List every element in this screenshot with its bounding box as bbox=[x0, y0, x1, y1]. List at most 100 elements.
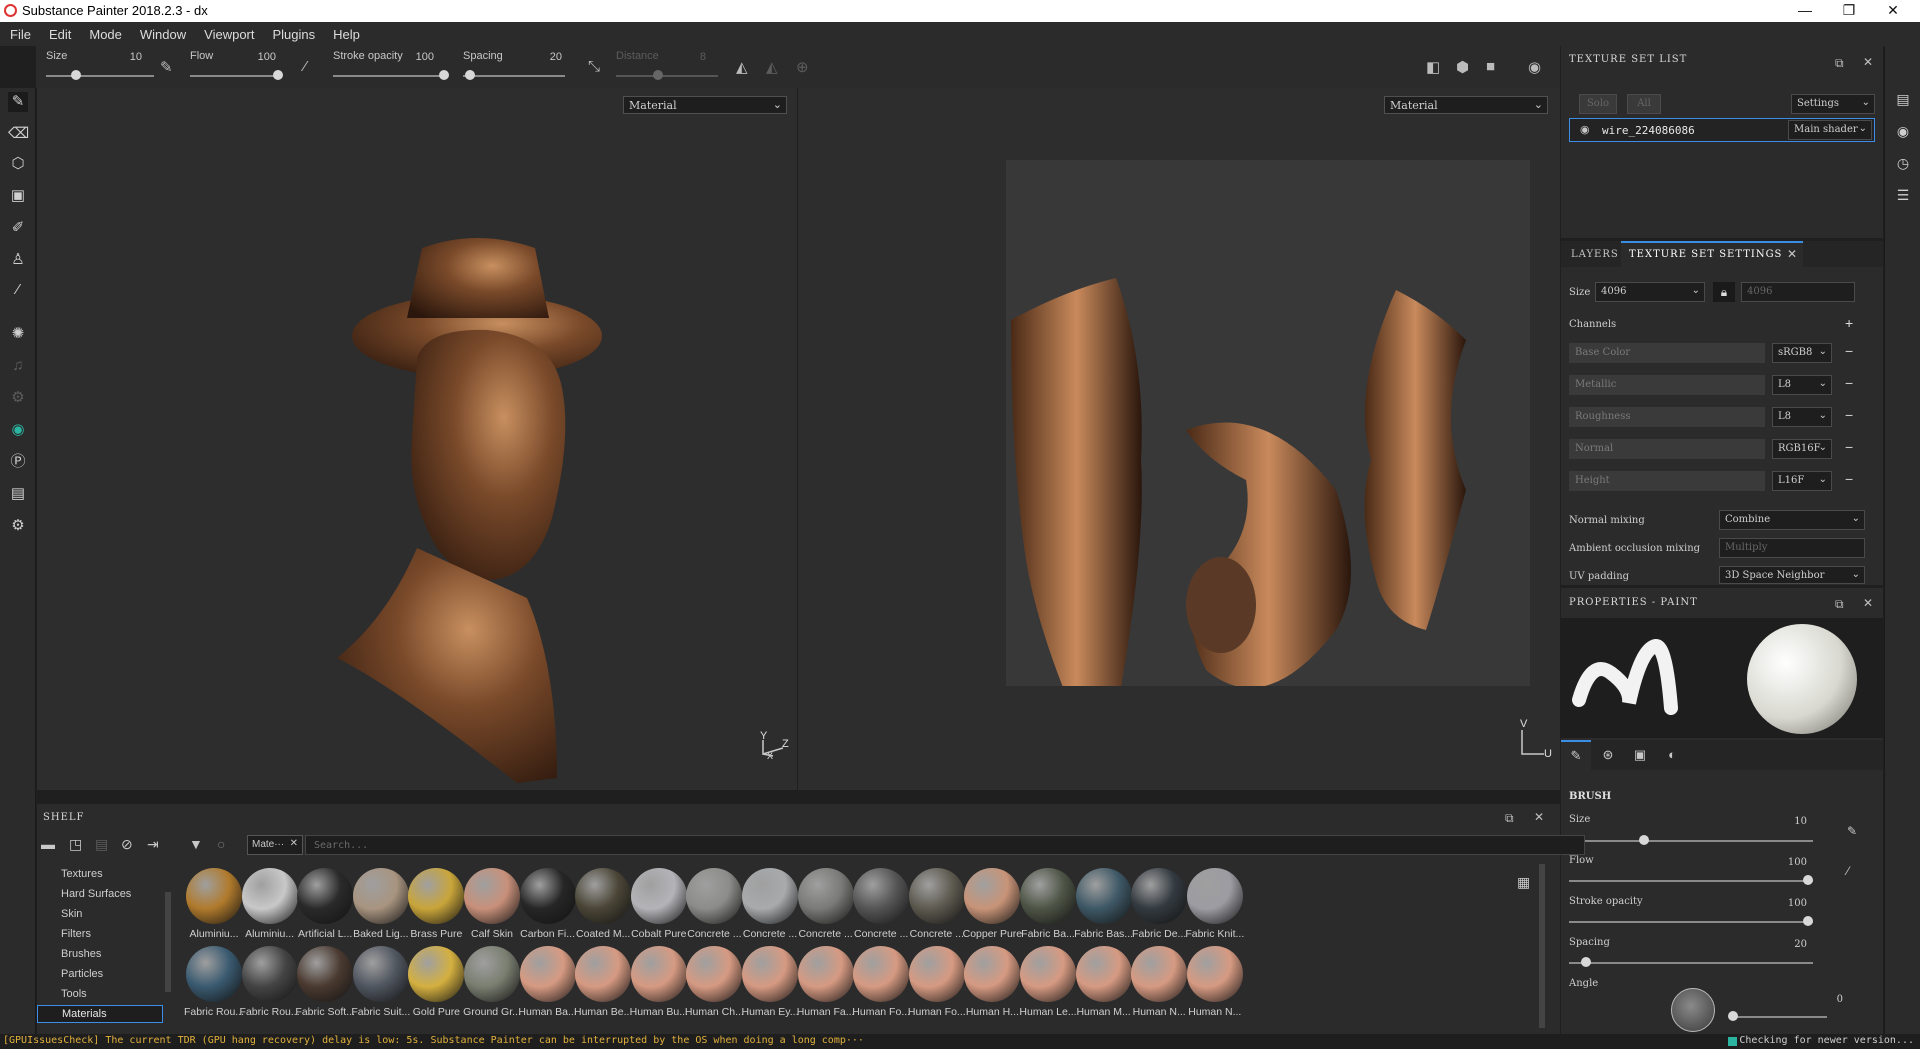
reset-filter-icon[interactable]: ○ bbox=[217, 836, 225, 852]
menu-viewport[interactable]: Viewport bbox=[194, 22, 262, 42]
stroke-opacity-handle[interactable] bbox=[439, 70, 449, 80]
lazy-mouse-icon[interactable]: ⤡ bbox=[588, 58, 600, 75]
channel-base-color-format[interactable]: sRGB8 ⌄ bbox=[1772, 343, 1832, 363]
material-item[interactable]: Human Fo... bbox=[850, 946, 912, 1018]
import-icon[interactable]: ⇥ bbox=[147, 836, 159, 853]
camera-icon[interactable]: ■ bbox=[1486, 58, 1495, 75]
remove-channel-icon[interactable]: − bbox=[1845, 375, 1853, 391]
lock-icon[interactable]: 🔒︎ bbox=[1713, 282, 1735, 302]
menu-mode[interactable]: Mode bbox=[79, 22, 130, 42]
brush-spacing-slider[interactable] bbox=[1569, 962, 1813, 964]
material-item[interactable]: Aluminiu... bbox=[239, 868, 301, 940]
settings-dropdown[interactable]: Settings ⌄ bbox=[1791, 94, 1875, 114]
angle-dial[interactable] bbox=[1671, 988, 1715, 1032]
material-tab-icon[interactable]: ◐ bbox=[1657, 740, 1687, 770]
menu-plugins[interactable]: Plugins bbox=[262, 22, 323, 42]
filter-tag[interactable]: Mate··· ✕ bbox=[247, 835, 303, 855]
material-item[interactable]: Ground Gr... bbox=[461, 946, 523, 1018]
brush-size-handle[interactable] bbox=[1639, 835, 1650, 845]
flow-slider[interactable] bbox=[190, 75, 278, 77]
material-item[interactable]: Carbon Fi... bbox=[517, 868, 579, 940]
channel-height[interactable]: Height bbox=[1569, 471, 1765, 491]
channel-height-format[interactable]: L16F ⌄ bbox=[1772, 471, 1832, 491]
remove-filter-icon[interactable]: ✕ bbox=[290, 838, 298, 849]
stroke-opacity-value[interactable]: 100 bbox=[404, 51, 434, 63]
close-panel-icon[interactable]: ✕ bbox=[1863, 596, 1873, 610]
paint-brush-icon[interactable]: ✎ bbox=[8, 92, 28, 112]
category-brushes[interactable]: Brushes bbox=[61, 948, 101, 960]
pen-pressure-icon[interactable]: ✎ bbox=[160, 58, 173, 76]
brush-stroke-opacity-handle[interactable] bbox=[1803, 916, 1813, 926]
brush-size-value[interactable]: 10 bbox=[1771, 816, 1807, 827]
channel-normal-format[interactable]: RGB16F ⌄ bbox=[1772, 439, 1832, 459]
material-item[interactable]: Human Fa... bbox=[795, 946, 857, 1018]
history-icon[interactable]: ◷ bbox=[1894, 154, 1912, 172]
material-item[interactable]: Concrete ... bbox=[739, 868, 801, 940]
maximize-button[interactable]: ❐ bbox=[1834, 2, 1864, 19]
category-particles[interactable]: Particles bbox=[61, 968, 103, 980]
photoshop-icon[interactable]: Ⓟ bbox=[8, 452, 28, 472]
brush-tab-icon[interactable]: ✎ bbox=[1561, 740, 1591, 770]
material-item[interactable]: Aluminiu... bbox=[183, 868, 245, 940]
channel-roughness-format[interactable]: L8 ⌄ bbox=[1772, 407, 1832, 427]
material-item[interactable]: Human Ch... bbox=[683, 946, 745, 1018]
display-settings-icon[interactable]: ◉ bbox=[1894, 122, 1912, 140]
material-item[interactable]: Concrete ... bbox=[683, 868, 745, 940]
channel-normal[interactable]: Normal bbox=[1569, 439, 1765, 459]
brush-angle-value[interactable]: 0 bbox=[1811, 994, 1843, 1005]
material-item[interactable]: Human Fo... bbox=[906, 946, 968, 1018]
pen-pressure-icon[interactable]: ✎ bbox=[1847, 824, 1857, 838]
material-item[interactable]: Calf Skin bbox=[461, 868, 523, 940]
material-item[interactable]: Fabric Knit... bbox=[1184, 868, 1246, 940]
solo-button[interactable]: Solo bbox=[1579, 94, 1617, 114]
category-tools[interactable]: Tools bbox=[61, 988, 87, 1000]
material-item[interactable]: Fabric Soft... bbox=[294, 946, 356, 1018]
shader-select[interactable]: Main shader ⌄ bbox=[1788, 120, 1872, 140]
viewport-3d[interactable]: Material ⌄ Y Z X bbox=[37, 88, 797, 790]
material-item[interactable]: Human N... bbox=[1128, 946, 1190, 1018]
stencil-tab-icon[interactable]: ▣ bbox=[1625, 740, 1655, 770]
brush-angle-slider[interactable] bbox=[1731, 1016, 1827, 1018]
channel-base-color[interactable]: Base Color bbox=[1569, 343, 1765, 363]
flow-value[interactable]: 100 bbox=[246, 51, 276, 63]
tab-texture-set-settings[interactable]: TEXTURE SET SETTINGS bbox=[1621, 241, 1803, 267]
close-panel-icon[interactable]: ✕ bbox=[1863, 55, 1873, 69]
screenshot-icon[interactable]: ◉ bbox=[1528, 58, 1541, 76]
viewport-2d-channel-select[interactable]: Material ⌄ bbox=[1384, 96, 1548, 114]
category-hard-surfaces[interactable]: Hard Surfaces bbox=[61, 888, 131, 900]
float-panel-icon[interactable]: ⧉ bbox=[1835, 56, 1844, 71]
material-item[interactable]: Copper Pure bbox=[961, 868, 1023, 940]
close-tab-icon[interactable]: ✕ bbox=[1787, 247, 1797, 261]
bake-icon[interactable]: ✺ bbox=[8, 324, 28, 344]
menu-file[interactable]: File bbox=[0, 22, 39, 42]
clone-stamp-icon[interactable]: ♙ bbox=[8, 250, 28, 270]
material-item[interactable]: Baked Lig... bbox=[350, 868, 412, 940]
material-item[interactable]: Brass Pure bbox=[405, 868, 467, 940]
projection-icon[interactable]: ⬡ bbox=[8, 154, 28, 174]
category-skin[interactable]: Skin bbox=[61, 908, 82, 920]
channel-metallic-format[interactable]: L8 ⌄ bbox=[1772, 375, 1832, 395]
channel-roughness[interactable]: Roughness bbox=[1569, 407, 1765, 427]
menu-window[interactable]: Window bbox=[130, 22, 194, 42]
brush-spacing-value[interactable]: 20 bbox=[1771, 939, 1807, 950]
grid-view-icon[interactable]: ▦ bbox=[1517, 874, 1530, 891]
category-filters[interactable]: Filters bbox=[61, 928, 91, 940]
brush-flow-slider[interactable] bbox=[1569, 880, 1813, 882]
material-item[interactable]: Cobalt Pure bbox=[628, 868, 690, 940]
material-item[interactable]: Human Ey... bbox=[739, 946, 801, 1018]
brush-stroke-opacity-slider[interactable] bbox=[1569, 921, 1813, 923]
material-item[interactable]: Fabric De... bbox=[1128, 868, 1190, 940]
smudge-icon[interactable]: ✐ bbox=[8, 218, 28, 238]
brush-angle-handle[interactable] bbox=[1728, 1011, 1738, 1021]
eraser-icon[interactable]: ⌫ bbox=[8, 124, 29, 144]
material-item[interactable]: Human Ba... bbox=[517, 946, 579, 1018]
material-item[interactable]: Fabric Rou... bbox=[183, 946, 245, 1018]
material-item[interactable]: Fabric Ba... bbox=[1017, 868, 1079, 940]
shelf-search-input[interactable]: Search... bbox=[305, 835, 1585, 855]
material-item[interactable]: Human M... bbox=[1073, 946, 1135, 1018]
export-icon[interactable]: ▤ bbox=[8, 484, 28, 504]
add-channel-icon[interactable]: + bbox=[1845, 315, 1853, 331]
material-item[interactable]: Fabric Rou... bbox=[239, 946, 301, 1018]
brush-stroke-opacity-value[interactable]: 100 bbox=[1771, 898, 1807, 909]
visibility-radio-icon[interactable]: ◉ bbox=[1580, 123, 1590, 136]
